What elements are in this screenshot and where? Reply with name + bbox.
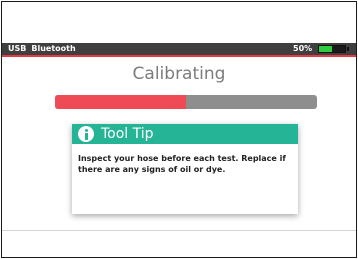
tool-tip-message: Inspect your hose before each test. Repl… [78, 154, 286, 174]
status-divider [2, 55, 356, 57]
calibration-progress-bar [55, 95, 317, 109]
battery-percent: 50% [293, 44, 313, 53]
progress-fill [55, 95, 186, 109]
battery-terminal [347, 47, 349, 51]
device-screen: USB Bluetooth 50% Calibrating Tool Tip In… [1, 1, 357, 258]
tool-tip-card: Tool Tip Inspect your hose before each t… [72, 124, 298, 214]
connection-indicators: USB Bluetooth [8, 43, 81, 55]
status-bar: USB Bluetooth 50% [2, 43, 356, 55]
battery-level-fill [319, 46, 332, 52]
bluetooth-indicator: Bluetooth [31, 44, 76, 53]
bottom-divider [2, 230, 356, 231]
info-icon [78, 126, 94, 142]
battery-icon [318, 45, 349, 53]
usb-indicator: USB [8, 44, 27, 53]
tool-tip-title: Tool Tip [101, 126, 154, 142]
page-title: Calibrating [132, 64, 226, 84]
tool-tip-header: Tool Tip [72, 124, 298, 144]
